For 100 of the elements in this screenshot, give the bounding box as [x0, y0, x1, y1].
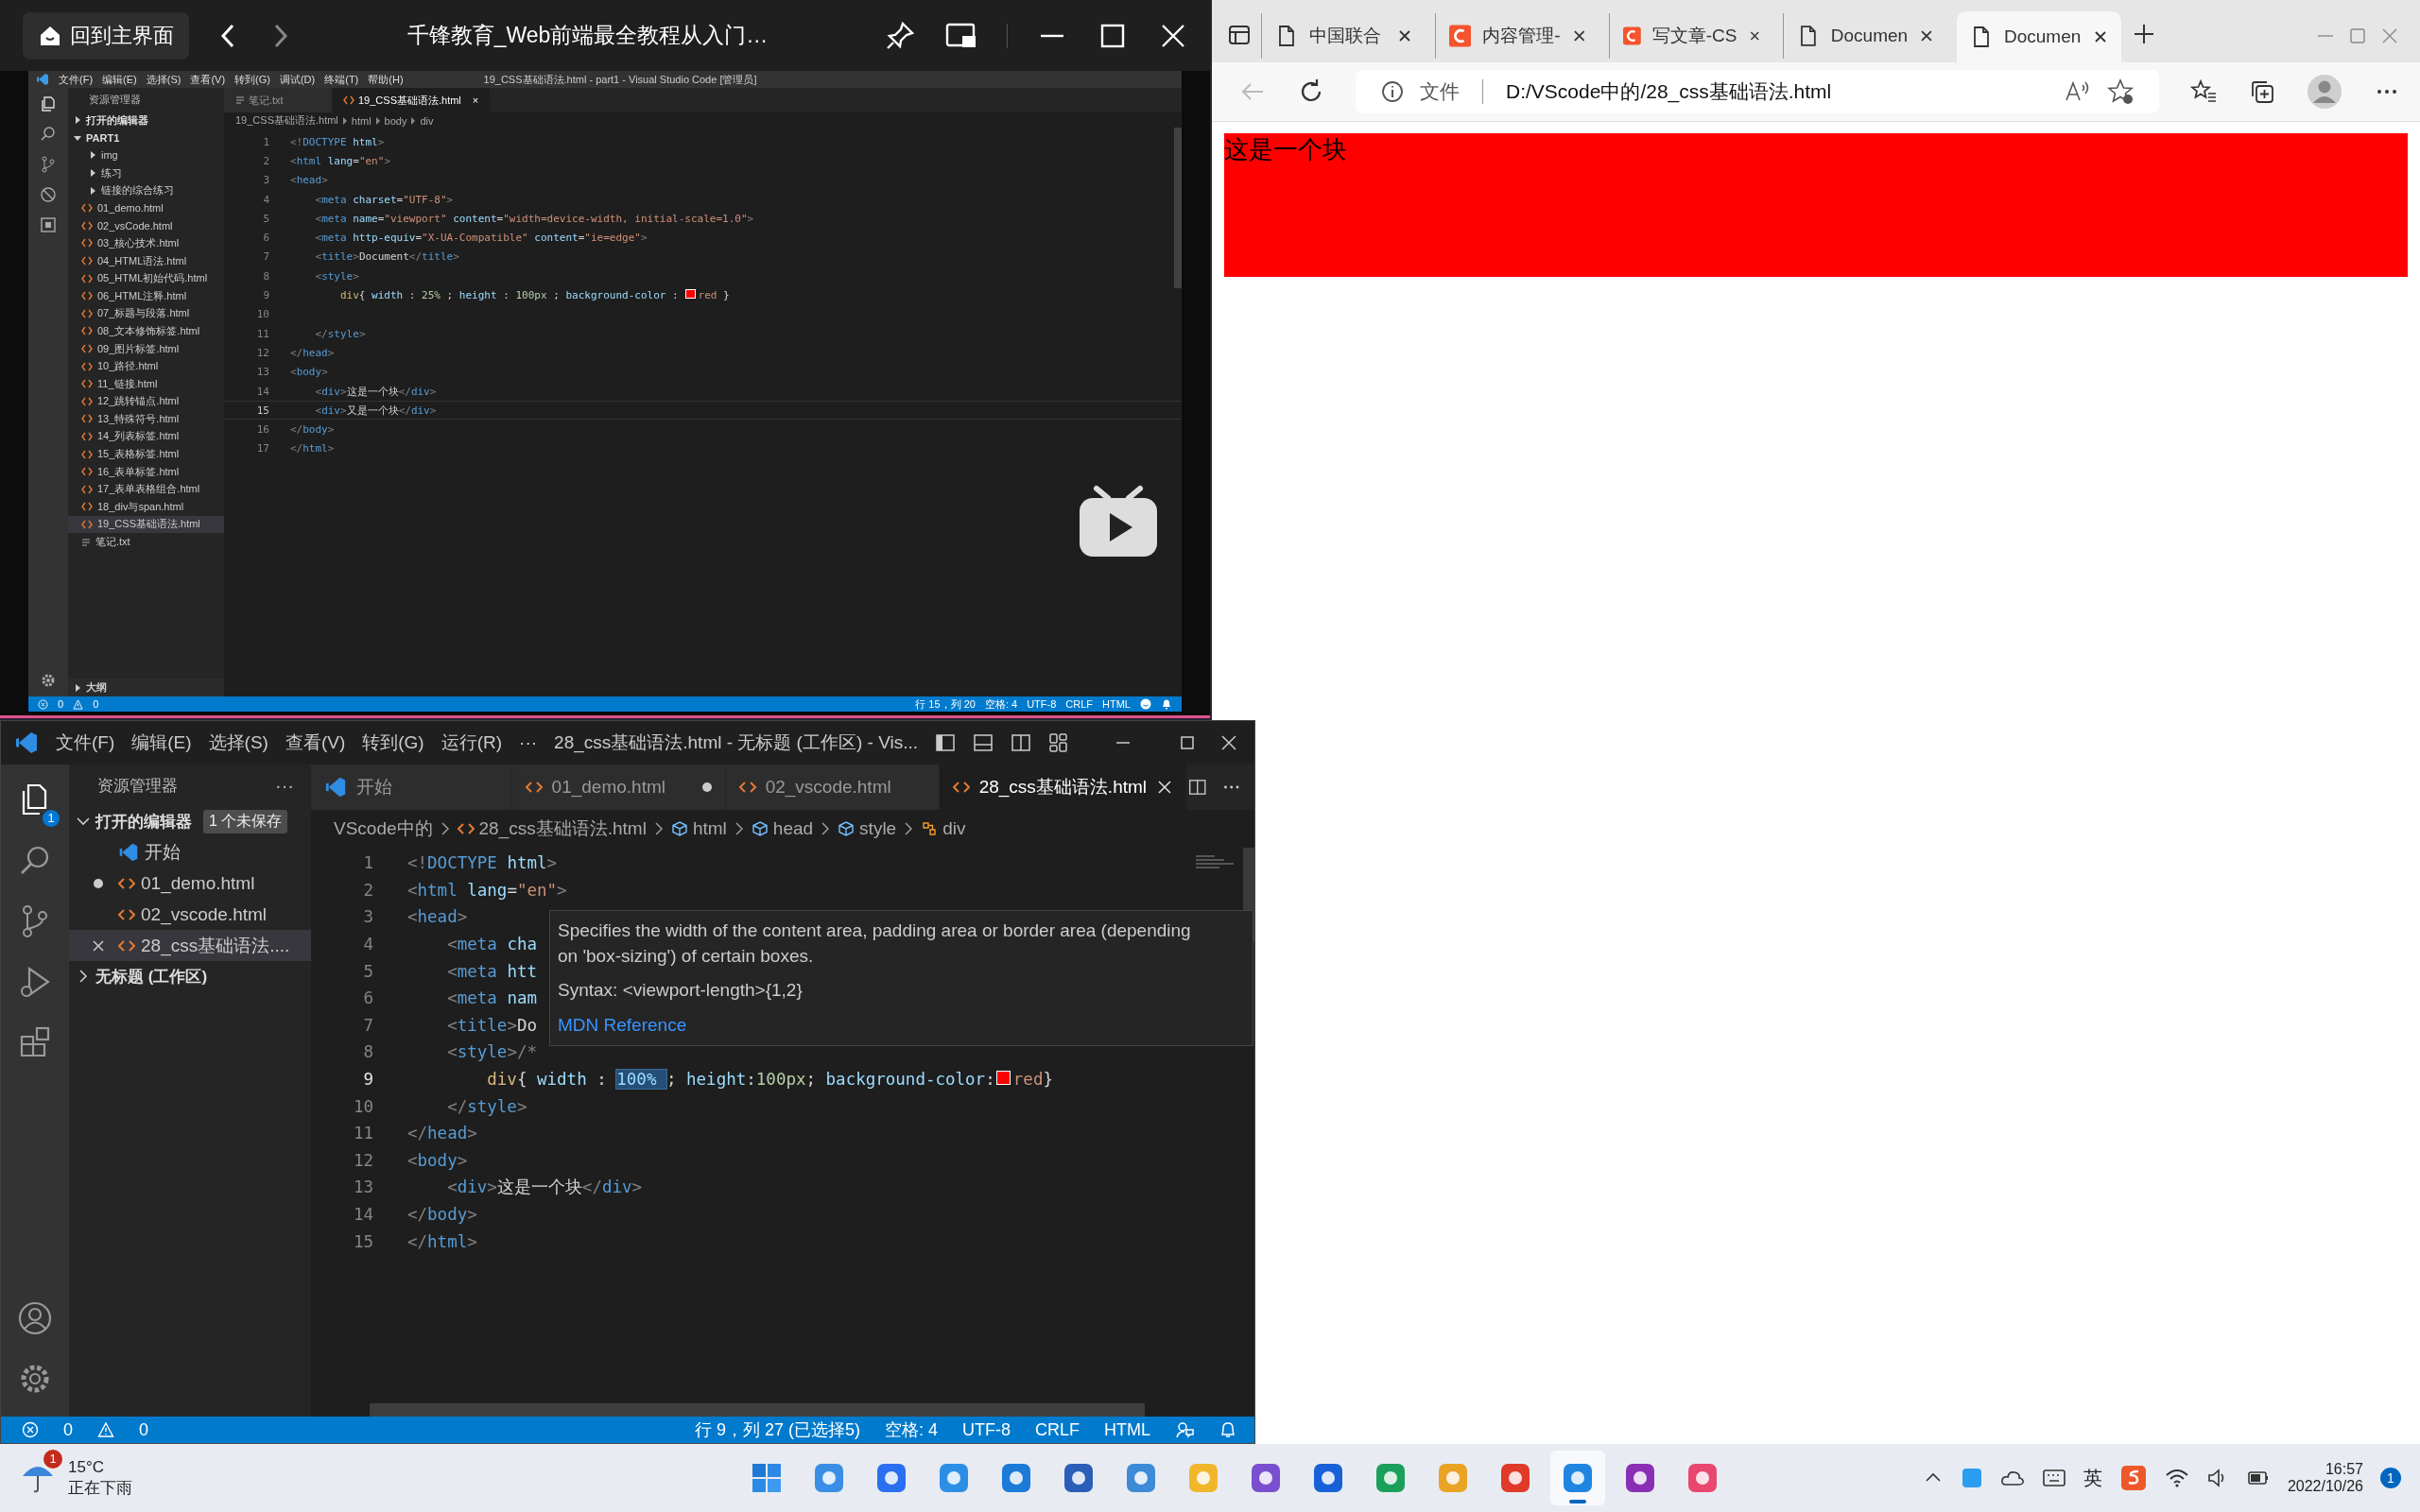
status-item[interactable]: UTF-8	[1027, 698, 1057, 710]
file-item[interactable]: 04_HTML语法.html	[68, 251, 224, 270]
taskbar-app[interactable]	[1550, 1451, 1605, 1505]
explorer-section[interactable]: 打开的编辑器	[68, 112, 224, 129]
status-item[interactable]: 空格: 4	[984, 696, 1018, 712]
address-bar[interactable]: 文件 D:/VScode中的/28_css基础语法.html	[1356, 70, 2159, 113]
file-item[interactable]: 03_核心技术.html	[68, 234, 224, 252]
source-control-icon[interactable]	[40, 156, 57, 173]
file-item[interactable]: 练习	[68, 163, 224, 182]
status-item[interactable]: CRLF	[1035, 1419, 1080, 1440]
tv-play-icon[interactable]	[1078, 485, 1159, 558]
file-item[interactable]: 12_跳转锚点.html	[68, 392, 224, 411]
smiley-icon[interactable]	[1140, 698, 1151, 710]
file-item[interactable]: 05_HTML初始代码.html	[68, 269, 224, 287]
outline-section[interactable]: 大纲	[68, 679, 224, 696]
file-item[interactable]: 10_路径.html	[68, 357, 224, 375]
open-editor-item[interactable]: 开始	[69, 836, 311, 868]
file-item[interactable]: 13_特殊符号.html	[68, 410, 224, 428]
notification-badge[interactable]: 1	[2380, 1468, 2401, 1488]
menu-item[interactable]: 查看(V)	[190, 72, 226, 87]
extensions-icon[interactable]	[40, 216, 57, 233]
breadcrumb-item[interactable]: style	[838, 818, 897, 839]
tray-app-icon[interactable]	[2118, 1464, 2148, 1492]
files-icon[interactable]	[40, 95, 57, 112]
browser-tab[interactable]: 内容管理-	[1435, 13, 1599, 59]
wifi-icon[interactable]	[2164, 1467, 2189, 1489]
close-tab-icon[interactable]	[2093, 29, 2108, 44]
file-item[interactable]: 15_表格标签.html	[68, 445, 224, 463]
editor-tab[interactable]: 19_CSS基础语法.html ×	[332, 88, 491, 112]
file-item[interactable]: 07_标题与段落.html	[68, 304, 224, 323]
tab-actions-icon[interactable]	[1227, 23, 1252, 47]
breadcrumb-item[interactable]: body	[384, 114, 407, 127]
keyboard-icon[interactable]	[2041, 1468, 2066, 1488]
file-item[interactable]: 19_CSS基础语法.html	[68, 515, 224, 534]
explorer-section[interactable]: 打开的编辑器 1 个未保存	[69, 806, 311, 836]
menu-item[interactable]: 查看(V)	[285, 730, 346, 755]
file-item[interactable]: 笔记.txt	[68, 533, 224, 551]
explorer-section[interactable]: PART1	[68, 129, 224, 147]
file-item[interactable]: 11_链接.html	[68, 374, 224, 393]
warning-count[interactable]: 0	[139, 1419, 149, 1440]
feedback-icon[interactable]	[1175, 1420, 1194, 1439]
file-item[interactable]: 17_表单表格组合.html	[68, 480, 224, 499]
menu-item[interactable]: 帮助(H)	[368, 72, 404, 87]
reference-link[interactable]: MDN Reference	[558, 1012, 687, 1039]
more-actions[interactable]: ···	[275, 774, 294, 797]
browser-tab[interactable]: 写文章-CS	[1609, 13, 1773, 59]
open-editor-item[interactable]: 01_demo.html	[69, 868, 311, 899]
account-icon[interactable]	[16, 1299, 54, 1337]
info-icon[interactable]	[1380, 79, 1405, 104]
status-item[interactable]: 行 9，列 27 (已选择5)	[694, 1418, 860, 1441]
breadcrumb-item[interactable]: html	[351, 114, 372, 127]
browser-tab[interactable]: Documen	[1783, 13, 1947, 59]
breadcrumb-item[interactable]: 28_css基础语法.html	[457, 816, 647, 841]
menu-item[interactable]: 终端(T)	[324, 72, 359, 87]
editor-tab[interactable]: 02_vscode.html	[725, 765, 940, 810]
toggle-sidebar-icon[interactable]	[935, 732, 957, 753]
profile-avatar-icon[interactable]	[2307, 74, 2342, 110]
search-icon[interactable]	[40, 126, 57, 143]
menu-item[interactable]: 编辑(E)	[102, 72, 137, 87]
more-menu[interactable]: ···	[519, 732, 538, 753]
warning-count[interactable]: 0	[93, 698, 99, 710]
file-item[interactable]: 02_vsCode.html	[68, 216, 224, 235]
file-item[interactable]: 01_demo.html	[68, 198, 224, 217]
breadcrumb-item[interactable]: div	[921, 818, 966, 839]
close-icon[interactable]	[91, 937, 106, 954]
status-item[interactable]: HTML	[1102, 698, 1131, 710]
file-item[interactable]: 09_图片标签.html	[68, 339, 224, 358]
file-item[interactable]: img	[68, 146, 224, 164]
add-favorite-icon[interactable]	[2106, 77, 2135, 106]
open-editor-item[interactable]: 02_vscode.html	[69, 899, 311, 930]
menu-item[interactable]: 调试(D)	[279, 72, 316, 87]
layout-icon[interactable]	[1048, 732, 1070, 753]
menu-item[interactable]: 转到(G)	[362, 730, 424, 755]
menu-item[interactable]: 文件(F)	[59, 72, 94, 87]
menu-item[interactable]: 编辑(E)	[131, 730, 192, 755]
status-item[interactable]: UTF-8	[962, 1419, 1011, 1440]
status-item[interactable]: 空格: 4	[884, 1418, 938, 1441]
breadcrumb-item[interactable]: 19_CSS基础语法.html	[235, 113, 338, 128]
close-tab-icon[interactable]	[1397, 28, 1412, 43]
editor-tab[interactable]: 开始	[311, 765, 512, 810]
breadcrumb-item[interactable]: head	[751, 818, 814, 839]
home-button[interactable]: 回到主界面	[23, 11, 189, 60]
editor-tab[interactable]: 01_demo.html	[511, 765, 726, 810]
error-count[interactable]: 0	[58, 698, 64, 710]
open-editor-item[interactable]: 28_css基础语法....	[69, 930, 311, 961]
status-item[interactable]: 行 15，列 20	[915, 696, 976, 712]
scrollbar-thumb[interactable]	[1174, 128, 1182, 288]
bell-icon[interactable]	[1161, 698, 1172, 710]
menu-item[interactable]: 文件(F)	[56, 730, 115, 755]
toggle-panel-icon[interactable]	[973, 732, 994, 753]
file-item[interactable]: 链接的综合练习	[68, 181, 224, 199]
clock-time[interactable]: 16:57	[2325, 1461, 2363, 1478]
file-item[interactable]: 16_表单标签.html	[68, 462, 224, 481]
error-count[interactable]: 0	[63, 1419, 73, 1440]
file-item[interactable]: 08_文本修饰标签.html	[68, 322, 224, 340]
menu-item[interactable]: 运行(R)	[441, 730, 503, 755]
editor-tab[interactable]: 28_css基础语法.html	[939, 765, 1188, 810]
status-item[interactable]: HTML	[1104, 1419, 1150, 1440]
bell-icon[interactable]	[1219, 1420, 1237, 1439]
menu-item[interactable]: 选择(S)	[146, 72, 182, 87]
